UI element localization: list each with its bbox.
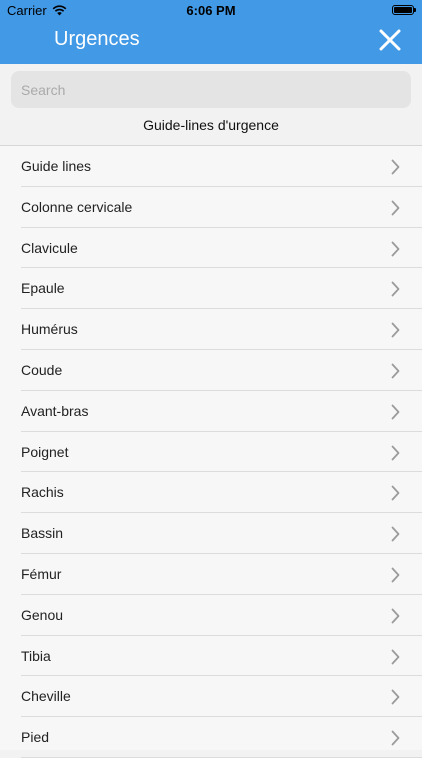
list-item[interactable]: Coude [0,350,422,391]
list-item-label: Fémur [21,565,62,582]
section-title: Guide-lines d'urgence [143,117,279,133]
chevron-right-icon [391,281,400,297]
list-item-label: Genou [21,606,64,623]
list-item[interactable]: Fémur [0,554,422,595]
chevron-right-icon [391,241,400,256]
list-item[interactable]: Epaule [0,268,422,310]
list-item[interactable]: Guide lines [0,146,422,187]
status-bar: Carrier 6:06 PM [0,0,422,22]
search-input[interactable] [11,71,411,108]
list-item-label: Rachis [21,484,64,501]
chevron-right-icon [391,445,400,460]
list-item[interactable]: Avant-bras [0,391,422,432]
chevron-right-icon [391,689,400,705]
list-item-label: Avant-bras [21,402,89,419]
list-item-label: Pied [21,729,50,746]
close-icon[interactable] [378,28,402,52]
page-title: Urgences [54,28,140,50]
list-item[interactable]: Poignet [0,432,422,473]
chevron-right-icon [391,526,400,542]
list-item[interactable]: Genou [0,595,422,636]
list-item[interactable]: Clavicule [0,228,422,269]
search-bar [11,71,411,108]
list-item-label: Tibia [21,647,51,664]
list-item-label: Guide lines [21,158,92,174]
chevron-right-icon [391,567,400,583]
list-item-label: Clavicule [21,239,78,256]
status-time: 6:06 PM [186,3,236,18]
chevron-right-icon [391,649,400,664]
chevron-right-icon [391,608,400,624]
list-item[interactable]: Bassin [0,513,422,554]
list-item-label: Coude [21,361,63,378]
list-item-label: Colonne cervicale [21,198,133,215]
chevron-right-icon [391,200,400,216]
chevron-right-icon [391,485,400,501]
guidelines-list: Guide lines Colonne cervicale Clavicule Epa… [0,145,422,758]
list-item-label: Epaule [21,280,65,297]
list-item[interactable]: Pied [0,717,422,758]
list-item[interactable]: Humérus [0,309,422,350]
chevron-right-icon [391,363,400,379]
list-item-label: Humérus [21,321,78,338]
list-item[interactable]: Cheville [0,676,422,718]
list-item[interactable]: Rachis [0,472,422,514]
chevron-right-icon [391,730,400,746]
list-item[interactable]: Colonne cervicale [0,187,422,228]
list-item-label: Cheville [21,688,71,705]
nav-bar: Urgences [0,22,422,64]
list-item-label: Poignet [21,443,69,460]
list-item-label: Bassin [21,525,64,542]
list-item[interactable]: Tibia [0,636,422,677]
chevron-right-icon [391,159,400,175]
chevron-right-icon [391,322,400,338]
battery-icon [392,5,416,15]
chevron-right-icon [391,404,400,420]
